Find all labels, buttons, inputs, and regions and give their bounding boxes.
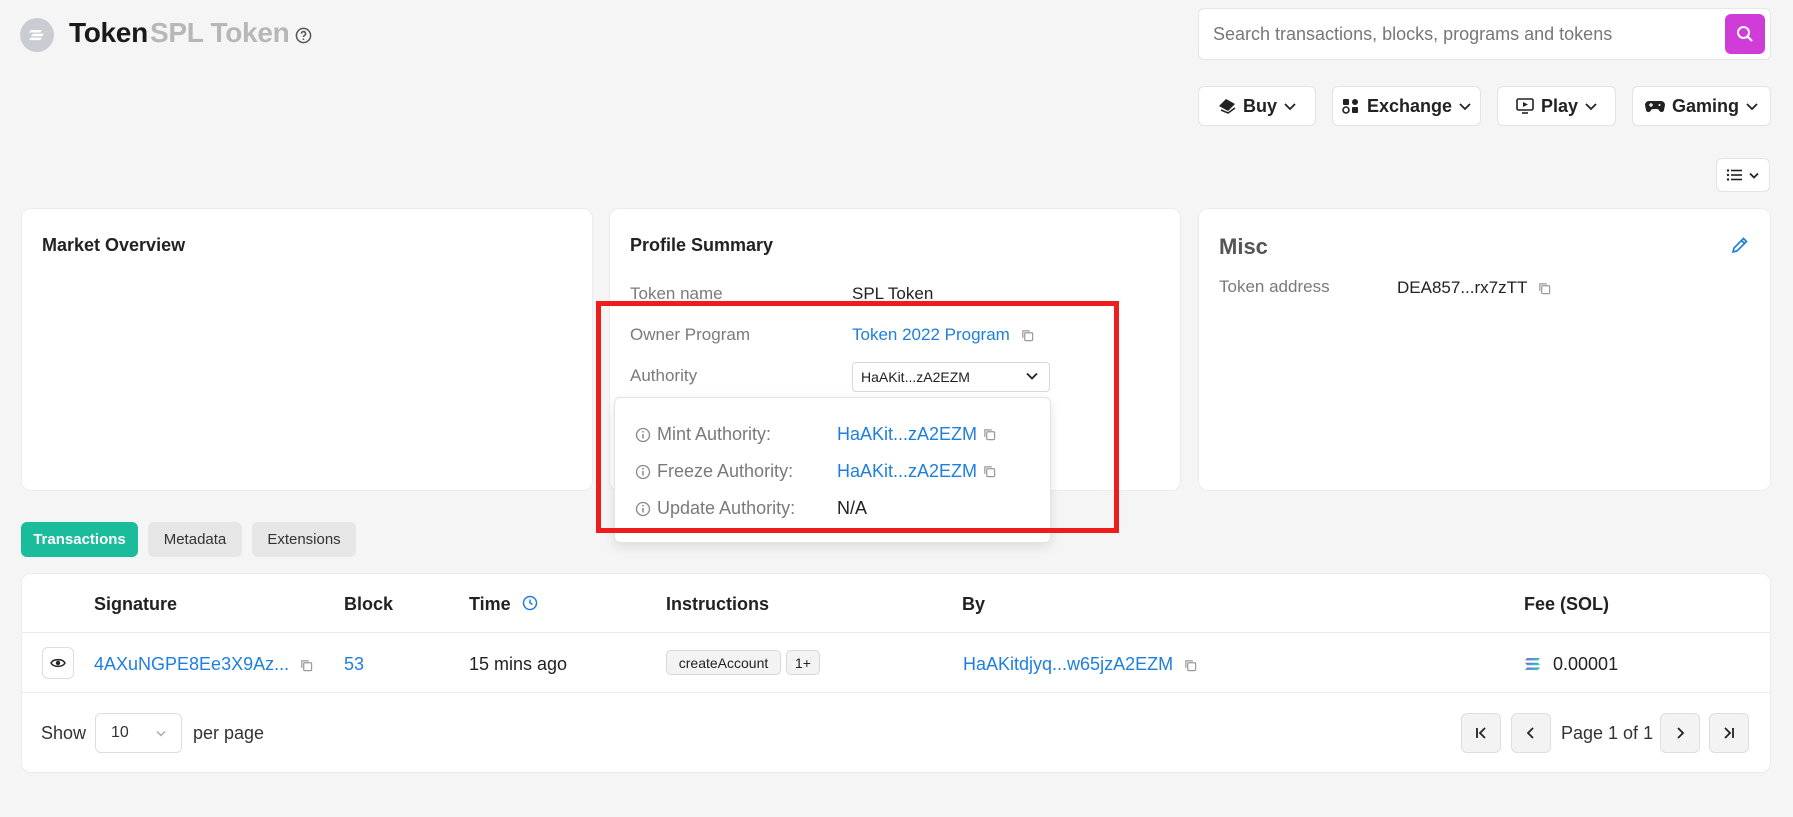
token-address-row: DEA857...rx7zTT <box>1397 278 1551 298</box>
view-toggle-button[interactable] <box>1716 158 1770 192</box>
sol-icon <box>1525 658 1540 670</box>
gamepad-icon <box>1644 101 1665 113</box>
view-details-button[interactable] <box>42 647 74 679</box>
buy-dropdown-button[interactable]: Buy <box>1198 86 1316 126</box>
prev-page-button[interactable] <box>1511 713 1551 753</box>
col-time: Time <box>469 594 538 615</box>
page-subtitle: SPL Token <box>150 17 290 48</box>
gaming-dropdown-button[interactable]: Gaming <box>1632 86 1771 126</box>
search-button[interactable] <box>1725 14 1765 54</box>
search-icon <box>1737 26 1753 42</box>
help-icon[interactable] <box>295 27 312 44</box>
clock-icon[interactable] <box>522 595 538 611</box>
chevron-down-icon <box>1284 103 1296 111</box>
solana-logo[interactable] <box>20 18 54 52</box>
col-fee: Fee (SOL) <box>1524 594 1610 614</box>
copy-icon[interactable] <box>1184 659 1197 672</box>
table-divider <box>21 692 1771 693</box>
profile-summary-title: Profile Summary <box>630 235 774 255</box>
exchange-dropdown-button[interactable]: Exchange <box>1332 86 1481 126</box>
play-label: Play <box>1540 95 1579 116</box>
chevron-down-icon <box>1459 103 1471 111</box>
eye-icon <box>50 658 66 668</box>
per-page-select[interactable]: 10 <box>95 713 182 753</box>
chevron-right-icon <box>1677 727 1685 739</box>
instruction-more-chip[interactable]: 1+ <box>786 650 820 675</box>
per-page-value: 10 <box>111 724 129 741</box>
exchange-icon <box>1342 99 1358 114</box>
page-indicator: Page 1 of 1 <box>1561 723 1654 743</box>
instruction-chip[interactable]: createAccount <box>666 650 781 675</box>
col-by: By <box>962 594 986 614</box>
buy-label: Buy <box>1242 95 1277 116</box>
block-link[interactable]: 53 <box>344 654 364 675</box>
first-page-icon <box>1476 727 1486 739</box>
page-title: Token <box>69 17 148 48</box>
by-address-link[interactable]: HaAKitdjyq...w65jzA2EZM <box>963 654 1173 674</box>
gaming-label: Gaming <box>1671 95 1739 116</box>
col-block: Block <box>344 594 394 614</box>
search-box <box>1198 8 1771 60</box>
copy-icon[interactable] <box>1538 282 1551 295</box>
chevron-down-icon <box>1749 172 1759 179</box>
chevron-down-icon <box>156 730 166 737</box>
last-page-icon <box>1724 727 1734 739</box>
exchange-label: Exchange <box>1366 95 1453 116</box>
market-overview-title: Market Overview <box>42 235 186 255</box>
tab-extensions[interactable]: Extensions <box>252 522 356 557</box>
signature-link[interactable]: 4AXuNGPE8Ee3X9Az... <box>94 654 289 674</box>
chevron-down-icon <box>1746 103 1758 111</box>
search-input[interactable] <box>1213 9 1693 59</box>
chevron-left-icon <box>1526 727 1534 739</box>
fee-value: 0.00001 <box>1553 654 1619 674</box>
tab-transactions[interactable]: Transactions <box>21 522 138 557</box>
buy-icon <box>1218 99 1236 114</box>
per-page-label: per page <box>193 723 265 743</box>
logo-stripes-icon <box>29 30 44 41</box>
table-divider <box>21 632 1771 633</box>
edit-pencil-icon[interactable] <box>1730 235 1750 255</box>
misc-card: Misc Token address DEA857...rx7zTT <box>1198 208 1771 491</box>
last-page-button[interactable] <box>1709 713 1749 753</box>
copy-icon[interactable] <box>300 659 313 672</box>
time-value: 15 mins ago <box>469 654 568 674</box>
list-icon <box>1726 169 1742 181</box>
highlight-box <box>596 301 1119 533</box>
show-label: Show <box>41 723 87 743</box>
play-icon <box>1516 98 1534 114</box>
token-address-label: Token address <box>1219 277 1330 296</box>
table-row-signature: 4AXuNGPE8Ee3X9Az... <box>94 654 313 675</box>
next-page-button[interactable] <box>1660 713 1700 753</box>
tab-metadata[interactable]: Metadata <box>148 522 242 557</box>
first-page-button[interactable] <box>1461 713 1501 753</box>
col-time-label: Time <box>469 594 511 614</box>
market-overview-card: Market Overview <box>21 208 593 491</box>
col-signature: Signature <box>94 594 178 614</box>
misc-title: Misc <box>1219 234 1268 259</box>
token-address-value: DEA857...rx7zTT <box>1397 278 1528 297</box>
table-row-by: HaAKitdjyq...w65jzA2EZM <box>963 654 1197 675</box>
col-instructions: Instructions <box>666 594 770 614</box>
chevron-down-icon <box>1585 103 1597 111</box>
table-row-fee: 0.00001 <box>1524 654 1618 675</box>
play-dropdown-button[interactable]: Play <box>1497 86 1616 126</box>
